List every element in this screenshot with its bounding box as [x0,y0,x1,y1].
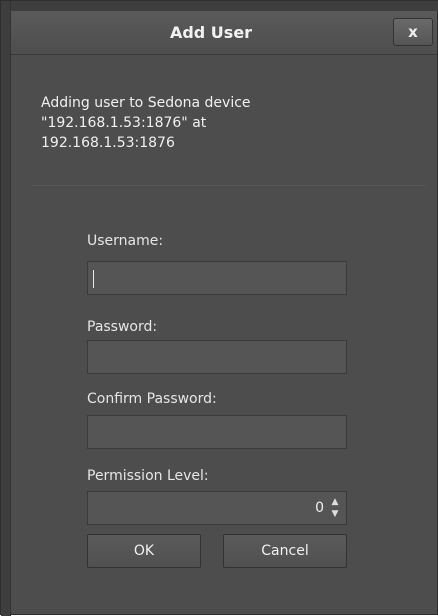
username-label: Username: [87,233,164,249]
chevron-up-icon[interactable]: ▲ [330,497,340,507]
dialog-titlebar[interactable]: Add User x [11,11,437,55]
ok-button[interactable]: OK [87,534,201,568]
info-line-1: Adding user to Sedona device [41,95,251,111]
confirm-password-label: Confirm Password: [87,391,217,407]
username-field[interactable] [87,261,347,295]
divider [31,185,426,186]
info-line-3: 192.168.1.53:1876 [41,135,175,151]
dialog-body: Adding user to Sedona device "192.168.1.… [11,55,437,614]
window-frame-left [1,1,11,616]
confirm-password-field[interactable] [87,415,347,449]
close-icon: x [408,23,418,41]
dialog-title: Add User [169,23,253,42]
password-field[interactable] [87,340,347,374]
chevron-down-icon[interactable]: ▼ [330,509,340,519]
window-frame-top [1,1,438,11]
info-line-2: "192.168.1.53:1876" at [41,115,207,131]
permission-level-value: 0 [315,500,324,516]
device-info-text: Adding user to Sedona device "192.168.1.… [41,93,411,153]
permission-level-spinner[interactable]: 0 ▲ ▼ [87,491,347,525]
cancel-button[interactable]: Cancel [223,534,347,568]
password-label: Password: [87,319,158,335]
add-user-dialog: Add User x Adding user to Sedona device … [0,0,438,616]
permission-level-label: Permission Level: [87,468,209,484]
close-button[interactable]: x [393,18,433,46]
